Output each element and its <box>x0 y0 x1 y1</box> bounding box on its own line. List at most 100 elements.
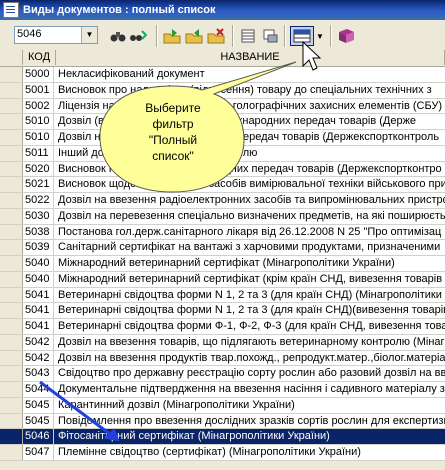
row-name[interactable]: Дозвіл на ввезення продуктів твар.похожд… <box>56 351 445 366</box>
row-name[interactable]: Документальне підтвердження на ввезення … <box>56 382 445 397</box>
export-icon[interactable] <box>162 26 182 46</box>
row-name[interactable]: Висновок про належність (віднесення) тов… <box>56 83 445 98</box>
row-name[interactable]: Постанова гол.держ.санітарного лікаря ві… <box>56 225 445 240</box>
row-name[interactable]: Висновок щодо відповідності засобів вимі… <box>56 177 445 192</box>
row-name[interactable]: Племінне свідоцтво (сертифікат) (Мінагро… <box>56 445 445 460</box>
row-code[interactable]: 5043 <box>23 366 54 382</box>
delete-icon[interactable] <box>206 26 226 46</box>
row-code[interactable]: 5010 <box>23 114 54 130</box>
book-icon[interactable] <box>336 26 356 46</box>
table-row[interactable]: 5039 Санітарний сертифікат на вантажі з х… <box>0 240 445 256</box>
filter-icon[interactable] <box>290 26 314 46</box>
table-row[interactable]: 5000 Некласифікований документ <box>0 67 445 83</box>
row-name[interactable]: Дозвіл (висновок) на здійснення міжнарод… <box>56 114 445 129</box>
row-indicator <box>0 224 23 240</box>
binoculars-icon[interactable] <box>108 26 128 46</box>
row-code[interactable]: 5041 <box>23 319 54 334</box>
row-name[interactable]: Дозвіл на ввезення радіоелектронних засо… <box>56 193 445 208</box>
row-code[interactable]: 5042 <box>23 350 54 366</box>
find-next-icon[interactable] <box>128 26 148 46</box>
columns-icon[interactable] <box>238 26 258 46</box>
row-code[interactable]: 5020 <box>23 161 54 177</box>
table-row[interactable]: 5001 Висновок про належність (віднесення)… <box>0 82 445 99</box>
row-name[interactable]: Висновок на здійснення міжнародних перед… <box>56 162 445 177</box>
table-row[interactable]: 5045 Карантинний дозвіл (Мінагрополітики … <box>0 397 445 414</box>
row-indicator <box>0 177 23 193</box>
row-code[interactable]: 5044 <box>23 382 54 397</box>
row-name[interactable]: Міжнародний ветеринарний сертифікат (крі… <box>56 272 445 287</box>
row-name[interactable]: Ветеринарні свідоцтва форми N 1, 2 та 3 … <box>56 303 445 318</box>
row-code[interactable]: 5002 <box>23 98 54 114</box>
row-code[interactable]: 5039 <box>23 240 54 256</box>
print-icon[interactable] <box>260 26 280 46</box>
row-name[interactable]: Ветеринарні свідоцтва форми Ф-1, Ф-2, Ф-… <box>56 319 445 334</box>
filter-dropdown-icon[interactable]: ▼ <box>314 26 326 46</box>
row-name[interactable]: Міжнародний ветеринарний сертифікат (Мін… <box>56 256 445 271</box>
row-indicator <box>0 208 23 224</box>
row-code[interactable]: 5045 <box>23 413 54 429</box>
row-code[interactable]: 5001 <box>23 82 54 98</box>
row-indicator <box>0 256 23 271</box>
row-indicator <box>0 193 23 208</box>
row-code[interactable]: 5041 <box>23 287 54 303</box>
row-code[interactable]: 5030 <box>23 208 54 224</box>
import-icon[interactable] <box>184 26 204 46</box>
table-row[interactable]: 5046 Фітосанітарний сертифікат (Мінагропо… <box>0 429 445 445</box>
callout-text: Выберите фильтр "Полный список" <box>118 100 228 164</box>
row-code[interactable]: 5022 <box>23 193 54 208</box>
table-row[interactable]: 5040 Міжнародний ветеринарний сертифікат … <box>0 256 445 272</box>
table-row[interactable]: 5045 Повідомлення про ввезення дослідних … <box>0 413 445 430</box>
row-name[interactable]: Ліцензія на ввезення спеціальних гологра… <box>56 99 445 114</box>
table-row[interactable]: 5044 Документальне підтвердження на ввезе… <box>0 382 445 398</box>
callout-line: фильтр <box>152 117 194 131</box>
row-name[interactable]: Дозвіл на перевезення спеціально визначе… <box>56 209 445 224</box>
row-name[interactable]: Інший документ Держекспортконтролю <box>56 146 445 161</box>
table-row[interactable]: 5041 Ветеринарні свідоцтва форми N 1, 2 т… <box>0 303 445 319</box>
row-indicator <box>0 240 23 256</box>
row-code[interactable]: 5047 <box>23 445 54 460</box>
row-code[interactable]: 5041 <box>23 303 54 319</box>
row-name[interactable]: Свідоцтво про державну реєстрацію сорту … <box>56 366 445 381</box>
table-row[interactable]: 5022 Дозвіл на ввезення радіоелектронних … <box>0 193 445 209</box>
row-code[interactable]: 5000 <box>23 67 54 82</box>
row-name[interactable]: Карантинний дозвіл (Мінагрополітики Укра… <box>56 398 445 413</box>
header-code[interactable]: КОД <box>23 50 56 65</box>
row-indicator <box>0 303 23 319</box>
row-code[interactable]: 5011 <box>23 145 54 161</box>
row-name[interactable]: Дозвіл на здійснення міжнародних передач… <box>56 130 445 145</box>
table-row[interactable]: 5030 Дозвіл на перевезення спеціально виз… <box>0 208 445 225</box>
table-row[interactable]: 5041 Ветеринарні свідоцтва форми Ф-1, Ф-2… <box>0 319 445 335</box>
row-name[interactable]: Ветеринарні свідоцтва форми N 1, 2 та 3 … <box>56 288 445 303</box>
row-code[interactable]: 5040 <box>23 271 54 287</box>
row-name[interactable]: Повідомлення про ввезення дослідних зраз… <box>56 414 445 429</box>
code-combobox-value[interactable]: 5046 <box>17 28 41 40</box>
row-indicator <box>0 445 23 460</box>
table-row[interactable]: 5043 Свідоцтво про державну реєстрацію со… <box>0 366 445 382</box>
row-name[interactable]: Фітосанітарний сертифікат (Мінагрополіти… <box>56 429 445 444</box>
table-row[interactable]: 5021 Висновок щодо відповідності засобів … <box>0 177 445 193</box>
table-row[interactable]: 5041 Ветеринарні свідоцтва форми N 1, 2 т… <box>0 287 445 304</box>
row-code[interactable]: 5042 <box>23 334 54 350</box>
table-row[interactable]: 5042 Дозвіл на ввезення продуктів твар.по… <box>0 350 445 367</box>
row-name[interactable]: Дозвіл на ввезення товарів, що підлягают… <box>56 335 445 350</box>
row-indicator <box>0 382 23 397</box>
row-code[interactable]: 5046 <box>23 429 54 445</box>
chevron-down-icon[interactable]: ▼ <box>81 27 97 43</box>
row-code[interactable]: 5010 <box>23 130 54 145</box>
code-combobox[interactable]: 5046 ▼ <box>14 26 98 44</box>
row-name[interactable]: Некласифікований документ <box>56 67 445 82</box>
table-row[interactable]: 5047 Племінне свідоцтво (сертифікат) (Мін… <box>0 445 445 461</box>
row-indicator <box>0 82 23 98</box>
row-code[interactable]: 5040 <box>23 256 54 271</box>
row-code[interactable]: 5021 <box>23 177 54 193</box>
row-indicator <box>0 114 23 130</box>
row-indicator <box>0 366 23 382</box>
header-name[interactable]: НАЗВАНИЕ <box>56 50 445 65</box>
row-code[interactable]: 5045 <box>23 397 54 413</box>
table-row[interactable]: 5040 Міжнародний ветеринарний сертифікат … <box>0 271 445 288</box>
row-indicator <box>0 98 23 114</box>
table-row[interactable]: 5038 Постанова гол.держ.санітарного лікар… <box>0 224 445 241</box>
row-name[interactable]: Санітарний сертифікат на вантажі з харчо… <box>56 240 445 255</box>
table-row[interactable]: 5042 Дозвіл на ввезення товарів, що підля… <box>0 334 445 351</box>
row-code[interactable]: 5038 <box>23 224 54 240</box>
